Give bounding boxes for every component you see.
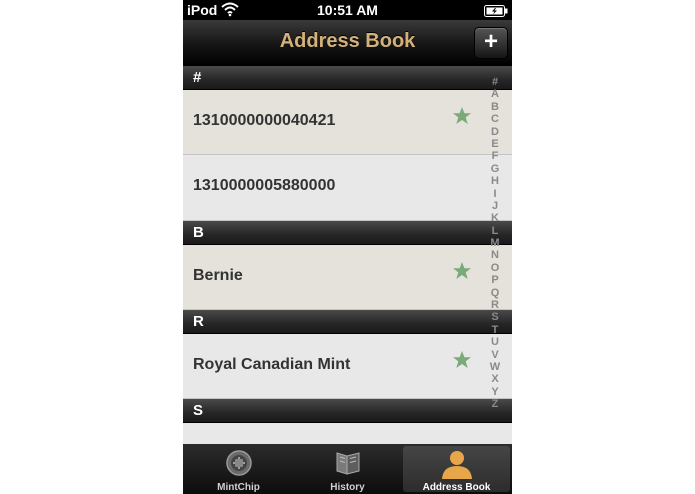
index-letter[interactable]: # <box>485 76 505 88</box>
page-title: Address Book <box>279 30 416 52</box>
contact-list[interactable]: # 1310000000040421 1310000005880000 B Be… <box>183 66 512 444</box>
section-header-s: S <box>183 399 512 423</box>
index-letter[interactable]: A <box>485 88 505 100</box>
index-letter[interactable]: F <box>485 150 505 162</box>
index-letter[interactable]: Y <box>485 386 505 398</box>
tab-label: Address Book <box>422 482 491 493</box>
contact-name: 1310000005880000 <box>193 177 336 194</box>
favorite-star-icon <box>453 262 471 279</box>
index-letter[interactable]: H <box>485 175 505 187</box>
index-letter[interactable]: K <box>485 212 505 224</box>
index-letter[interactable]: Q <box>485 287 505 299</box>
person-icon <box>403 449 510 479</box>
index-letter[interactable]: L <box>485 225 505 237</box>
section-header-hash: # <box>183 66 512 90</box>
index-letter[interactable]: C <box>485 113 505 125</box>
contact-row[interactable]: 1310000005880000 <box>183 155 512 221</box>
contact-row[interactable]: Royal Canadian Mint <box>183 334 512 399</box>
index-letter[interactable]: U <box>485 336 505 348</box>
section-header-r: R <box>183 310 512 334</box>
index-letter[interactable]: D <box>485 126 505 138</box>
contact-name: 1310000000040421 <box>193 112 336 129</box>
index-letter[interactable]: S <box>485 311 505 323</box>
index-letter[interactable]: P <box>485 274 505 286</box>
tab-label: History <box>330 482 365 493</box>
index-letter[interactable]: E <box>485 138 505 150</box>
tab-address-book[interactable]: Address Book <box>403 446 510 493</box>
contact-row[interactable]: Bernie <box>183 245 512 310</box>
index-letter[interactable]: I <box>485 188 505 200</box>
history-icon <box>294 449 401 477</box>
tab-history[interactable]: History <box>294 446 401 493</box>
index-letter[interactable]: Z <box>485 398 505 410</box>
favorite-star-icon <box>453 107 471 124</box>
contact-row[interactable]: 1310000000040421 <box>183 90 512 155</box>
index-letter[interactable]: T <box>485 324 505 336</box>
index-letter[interactable]: V <box>485 349 505 361</box>
tab-mintchip[interactable]: MintChip <box>185 446 292 493</box>
battery-icon <box>484 4 508 20</box>
index-letter[interactable]: G <box>485 163 505 175</box>
contact-name: Royal Canadian Mint <box>193 356 351 373</box>
status-time: 10:51 AM <box>317 2 378 18</box>
tab-label: MintChip <box>217 482 260 493</box>
mintchip-icon <box>185 449 292 477</box>
alphabet-index[interactable]: # A B C D E F G H I J K L M N O P Q R S T U V W X Y Z <box>485 76 505 416</box>
index-letter[interactable]: B <box>485 101 505 113</box>
contact-name: Bernie <box>193 267 243 284</box>
index-letter[interactable]: R <box>485 299 505 311</box>
index-letter[interactable]: N <box>485 249 505 261</box>
index-letter[interactable]: X <box>485 373 505 385</box>
index-letter[interactable]: O <box>485 262 505 274</box>
index-letter[interactable]: M <box>485 237 505 249</box>
phone-screen: iPod 10:51 AM Address Book + # 131000000… <box>183 0 512 494</box>
navigation-bar: Address Book + <box>183 20 512 66</box>
tab-bar: MintChip History Address Book <box>183 444 512 494</box>
favorite-star-icon <box>453 351 471 368</box>
section-header-b: B <box>183 221 512 245</box>
list-item[interactable] <box>183 423 512 443</box>
add-contact-button[interactable]: + <box>474 27 508 59</box>
index-letter[interactable]: W <box>485 361 505 373</box>
status-bar: iPod 10:51 AM <box>183 0 512 20</box>
index-letter[interactable]: J <box>485 200 505 212</box>
